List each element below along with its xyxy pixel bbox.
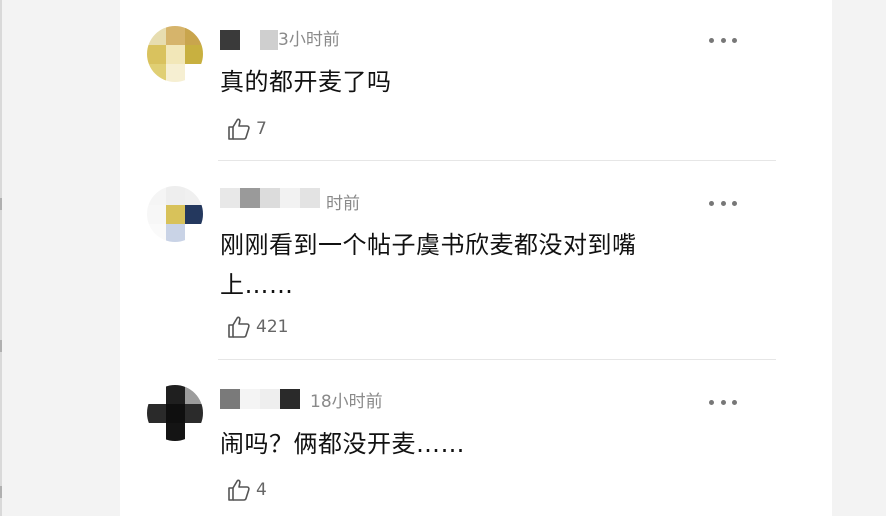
comment-text: 闹吗？俩都没开麦…… xyxy=(220,430,465,458)
edge-mark xyxy=(0,486,2,498)
like-count: 4 xyxy=(256,480,267,500)
comment-item: 18小时前 闹吗？俩都没开麦…… 4 xyxy=(120,360,832,516)
like-count: 421 xyxy=(256,317,289,337)
like-count: 7 xyxy=(256,119,267,139)
username-redacted[interactable] xyxy=(220,389,310,409)
dot xyxy=(720,37,726,43)
edge-mark xyxy=(0,198,2,210)
dot xyxy=(732,200,737,206)
window-edge xyxy=(0,0,2,516)
comment-item: 时前 刚刚看到一个帖子虞书欣麦都没对到嘴上…… 421 xyxy=(120,161,832,359)
like-button[interactable]: 7 xyxy=(226,116,267,142)
thumbs-up-icon xyxy=(228,316,250,338)
dot xyxy=(720,399,726,405)
comment-time: 时前 xyxy=(326,194,360,214)
dot xyxy=(732,37,737,43)
like-button[interactable]: 421 xyxy=(226,314,288,340)
comment-text: 刚刚看到一个帖子虞书欣麦都没对到嘴上…… xyxy=(220,231,637,299)
avatar[interactable] xyxy=(147,385,203,441)
username-redacted[interactable] xyxy=(220,188,330,208)
comment-time: 18小时前 xyxy=(310,392,383,412)
avatar[interactable] xyxy=(147,186,203,242)
edge-mark xyxy=(0,340,2,352)
thumbs-up-icon xyxy=(228,479,250,501)
more-options-button[interactable] xyxy=(709,398,737,406)
thumbs-up-icon xyxy=(228,118,250,140)
dot xyxy=(720,200,726,206)
comment-list: 3小时前 真的都开麦了吗 7 时前 刚刚看到一个帖子虞书欣麦都没对到嘴上…… 4… xyxy=(120,0,832,516)
more-options-button[interactable] xyxy=(709,36,737,44)
dot xyxy=(709,37,714,43)
comment-item: 3小时前 真的都开麦了吗 7 xyxy=(120,0,832,160)
comment-text: 真的都开麦了吗 xyxy=(220,68,392,96)
avatar[interactable] xyxy=(147,26,203,82)
dot xyxy=(732,399,737,405)
comment-time: 3小时前 xyxy=(278,30,340,50)
more-options-button[interactable] xyxy=(709,199,737,207)
dot xyxy=(709,399,714,405)
dot xyxy=(709,200,714,206)
like-button[interactable]: 4 xyxy=(226,477,267,503)
username-redacted[interactable] xyxy=(220,30,280,50)
